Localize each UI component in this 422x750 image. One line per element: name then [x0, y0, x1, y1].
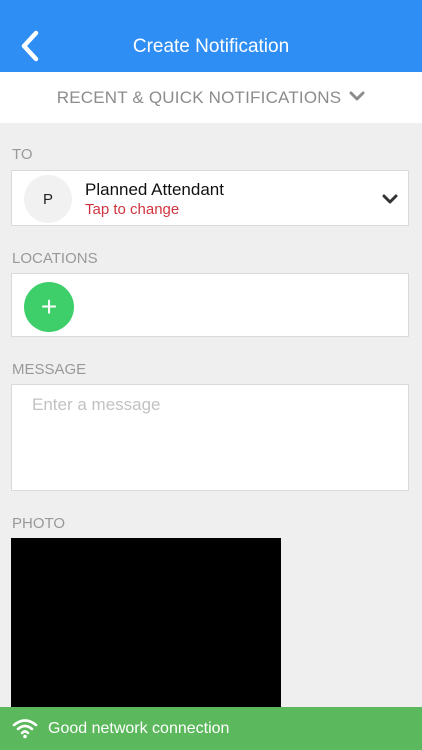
to-section-label: TO — [12, 146, 33, 163]
page-title: Create Notification — [132, 36, 290, 57]
message-input[interactable] — [12, 385, 408, 490]
avatar: P — [24, 175, 72, 223]
add-location-button[interactable]: + — [24, 282, 74, 332]
tap-to-change-label: Tap to change — [85, 201, 180, 218]
recipient-name: Planned Attendant — [85, 180, 224, 199]
recipient-selector[interactable]: P Planned Attendant Tap to change — [11, 170, 409, 226]
locations-section-label: LOCATIONS — [12, 250, 98, 267]
plus-icon: + — [40, 291, 58, 322]
chevron-down-icon — [349, 89, 365, 107]
chevron-down-icon — [382, 192, 398, 210]
photo-preview[interactable] — [11, 538, 281, 708]
recent-quick-notifications-label: RECENT & QUICK NOTIFICATIONS — [56, 87, 342, 107]
photo-section-label: PHOTO — [12, 515, 66, 532]
wifi-icon — [12, 717, 38, 744]
network-status-text: Good network connection — [48, 720, 230, 737]
message-card — [11, 384, 409, 491]
app-header: Create Notification — [0, 0, 422, 72]
recent-quick-notifications-button[interactable]: RECENT & QUICK NOTIFICATIONS — [0, 72, 422, 123]
network-status-bar: Good network connection — [0, 707, 422, 750]
locations-card: + — [11, 273, 409, 337]
message-section-label: MESSAGE — [12, 361, 87, 378]
